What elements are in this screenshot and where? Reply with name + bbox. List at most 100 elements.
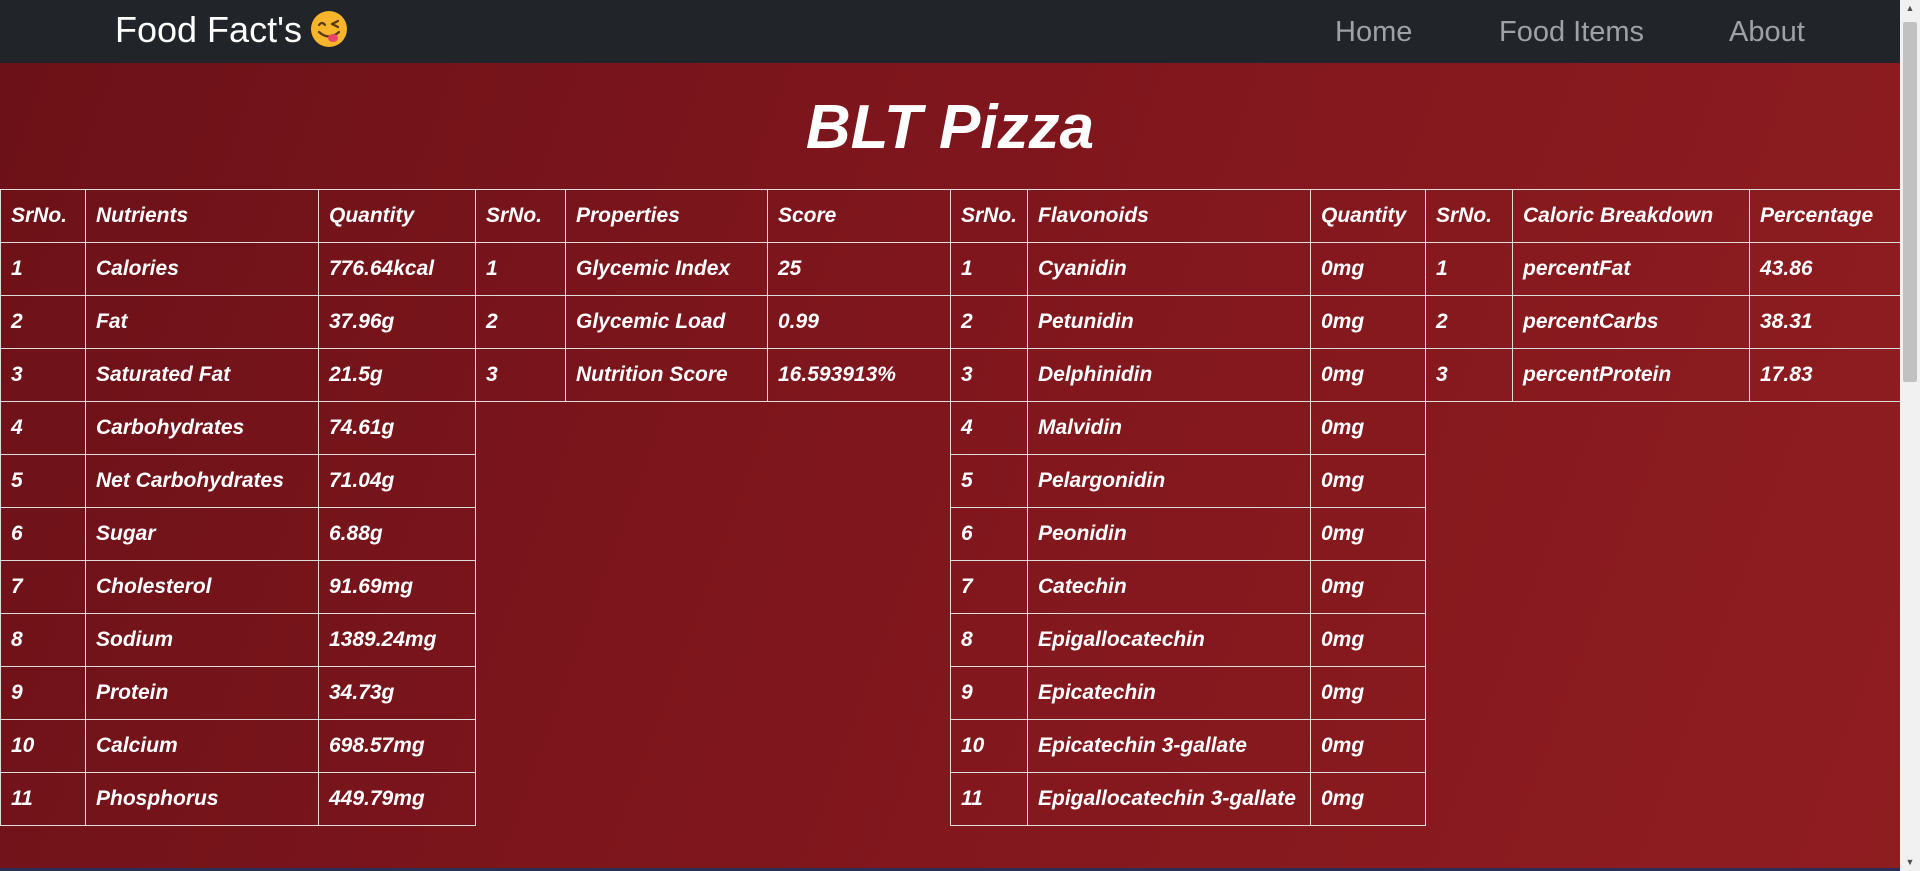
table-cell: 37.96g bbox=[318, 295, 476, 349]
table-cell: Cholesterol bbox=[85, 560, 319, 614]
table-row: 6 Sugar 6.88g bbox=[0, 507, 476, 561]
table-cell: 0mg bbox=[1310, 772, 1426, 826]
column-header: Quantity bbox=[318, 189, 476, 243]
table-cell: 10 bbox=[950, 719, 1028, 773]
table-cell: 8 bbox=[0, 613, 86, 667]
navbar: Food Fact's Home Food Items About bbox=[0, 0, 1900, 63]
table-cell: Phosphorus bbox=[85, 772, 319, 826]
column-header: Score bbox=[767, 189, 951, 243]
table-cell: 0mg bbox=[1310, 348, 1426, 402]
table-header-row: SrNo. Properties Score bbox=[475, 189, 951, 243]
properties-table: SrNo. Properties Score 1 Glycemic Index 25 2 G… bbox=[475, 189, 951, 402]
nutrients-table: SrNo. Nutrients Quantity 1 Calories 776.64kc… bbox=[0, 189, 476, 826]
table-row: 3 percentProtein 17.83 bbox=[1425, 348, 1901, 402]
table-cell: Malvidin bbox=[1027, 401, 1311, 455]
column-header: Flavonoids bbox=[1027, 189, 1311, 243]
table-cell: Saturated Fat bbox=[85, 348, 319, 402]
table-cell: Glycemic Index bbox=[565, 242, 768, 296]
table-cell: 3 bbox=[0, 348, 86, 402]
table-cell: percentCarbs bbox=[1512, 295, 1750, 349]
table-cell: 17.83 bbox=[1749, 348, 1901, 402]
table-cell: Petunidin bbox=[1027, 295, 1311, 349]
table-cell: 1 bbox=[1425, 242, 1513, 296]
scroll-down-arrow-icon[interactable]: ▼ bbox=[1900, 854, 1920, 871]
table-row: 2 Glycemic Load 0.99 bbox=[475, 295, 951, 349]
table-cell: 6 bbox=[950, 507, 1028, 561]
table-cell: 698.57mg bbox=[318, 719, 476, 773]
table-cell: 0mg bbox=[1310, 454, 1426, 508]
table-cell: Protein bbox=[85, 666, 319, 720]
table-row: 3 Delphinidin 0mg bbox=[950, 348, 1426, 402]
flavonoids-table: SrNo. Flavonoids Quantity 1 Cyanidin 0mg 2 Pet… bbox=[950, 189, 1426, 826]
table-cell: 6 bbox=[0, 507, 86, 561]
table-cell: 0mg bbox=[1310, 507, 1426, 561]
table-cell: Sugar bbox=[85, 507, 319, 561]
table-cell: 2 bbox=[950, 295, 1028, 349]
nav-link-home[interactable]: Home bbox=[1335, 14, 1412, 50]
table-cell: 34.73g bbox=[318, 666, 476, 720]
nav-link-about[interactable]: About bbox=[1729, 14, 1805, 50]
table-cell: 3 bbox=[1425, 348, 1513, 402]
column-header: SrNo. bbox=[0, 189, 86, 243]
table-cell: Epicatechin 3-gallate bbox=[1027, 719, 1311, 773]
table-cell: Cyanidin bbox=[1027, 242, 1311, 296]
table-cell: 0mg bbox=[1310, 613, 1426, 667]
table-header-row: SrNo. Nutrients Quantity bbox=[0, 189, 476, 243]
column-header: Properties bbox=[565, 189, 768, 243]
scroll-up-arrow-icon[interactable]: ▲ bbox=[1900, 0, 1920, 17]
table-cell: 21.5g bbox=[318, 348, 476, 402]
table-cell: Calcium bbox=[85, 719, 319, 773]
table-header-row: SrNo. Flavonoids Quantity bbox=[950, 189, 1426, 243]
brand-logo[interactable]: Food Fact's bbox=[115, 8, 348, 52]
table-row: 2 percentCarbs 38.31 bbox=[1425, 295, 1901, 349]
table-cell: 3 bbox=[475, 348, 566, 402]
table-row: 7 Catechin 0mg bbox=[950, 560, 1426, 614]
table-row: 1 Glycemic Index 25 bbox=[475, 242, 951, 296]
table-cell: 5 bbox=[950, 454, 1028, 508]
table-cell: Glycemic Load bbox=[565, 295, 768, 349]
table-row: 1 percentFat 43.86 bbox=[1425, 242, 1901, 296]
table-cell: 7 bbox=[950, 560, 1028, 614]
table-row: 11 Phosphorus 449.79mg bbox=[0, 772, 476, 826]
table-cell: 16.593913% bbox=[767, 348, 951, 402]
table-cell: 0mg bbox=[1310, 242, 1426, 296]
table-cell: 1 bbox=[950, 242, 1028, 296]
caloric-breakdown-table: SrNo. Caloric Breakdown Percentage 1 percen… bbox=[1425, 189, 1901, 402]
table-cell: 71.04g bbox=[318, 454, 476, 508]
scrollbar-thumb[interactable] bbox=[1903, 22, 1917, 382]
page-scrollbar[interactable]: ▲ ▼ bbox=[1900, 0, 1920, 871]
table-cell: Sodium bbox=[85, 613, 319, 667]
table-row: 9 Protein 34.73g bbox=[0, 666, 476, 720]
table-cell: 91.69mg bbox=[318, 560, 476, 614]
column-header: SrNo. bbox=[475, 189, 566, 243]
table-row: 10 Calcium 698.57mg bbox=[0, 719, 476, 773]
table-cell: Epicatechin bbox=[1027, 666, 1311, 720]
nav-link-food-items[interactable]: Food Items bbox=[1499, 14, 1644, 50]
column-header: SrNo. bbox=[1425, 189, 1513, 243]
table-row: 11 Epigallocatechin 3-gallate 0mg bbox=[950, 772, 1426, 826]
table-cell: Peonidin bbox=[1027, 507, 1311, 561]
table-cell: 2 bbox=[1425, 295, 1513, 349]
table-cell: 2 bbox=[475, 295, 566, 349]
table-cell: percentProtein bbox=[1512, 348, 1750, 402]
table-row: 3 Nutrition Score 16.593913% bbox=[475, 348, 951, 402]
table-row: 8 Epigallocatechin 0mg bbox=[950, 613, 1426, 667]
table-row: 7 Cholesterol 91.69mg bbox=[0, 560, 476, 614]
table-cell: 25 bbox=[767, 242, 951, 296]
table-cell: 6.88g bbox=[318, 507, 476, 561]
brand-text[interactable]: Food Fact's bbox=[115, 9, 302, 50]
table-row: 5 Net Carbohydrates 71.04g bbox=[0, 454, 476, 508]
yum-face-emoji-icon bbox=[310, 11, 347, 47]
table-row: 3 Saturated Fat 21.5g bbox=[0, 348, 476, 402]
table-cell: Nutrition Score bbox=[565, 348, 768, 402]
column-header: SrNo. bbox=[950, 189, 1028, 243]
table-cell: 11 bbox=[0, 772, 86, 826]
table-cell: 3 bbox=[950, 348, 1028, 402]
table-cell: Epigallocatechin 3-gallate bbox=[1027, 772, 1311, 826]
table-row: 9 Epicatechin 0mg bbox=[950, 666, 1426, 720]
table-cell: Epigallocatechin bbox=[1027, 613, 1311, 667]
table-cell: Calories bbox=[85, 242, 319, 296]
table-cell: 74.61g bbox=[318, 401, 476, 455]
table-cell: Delphinidin bbox=[1027, 348, 1311, 402]
table-cell: 0mg bbox=[1310, 401, 1426, 455]
